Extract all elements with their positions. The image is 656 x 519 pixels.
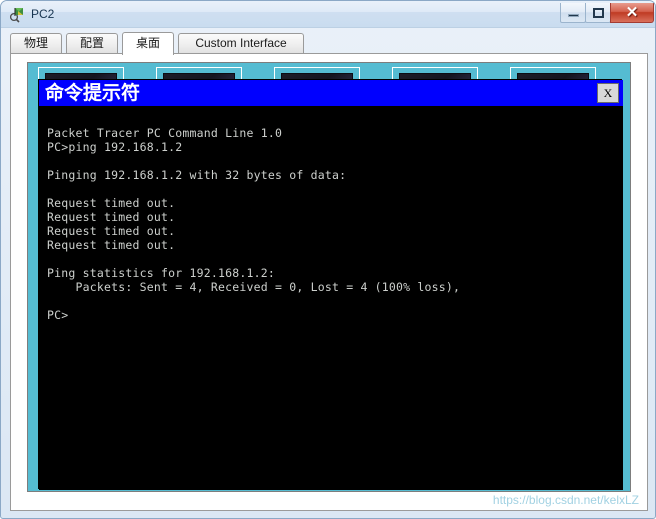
tab-config[interactable]: 配置 [66, 33, 118, 54]
command-prompt-close-button[interactable]: X [597, 83, 619, 103]
maximize-button[interactable] [585, 3, 611, 23]
close-button[interactable]: ✕ [610, 3, 654, 23]
window-controls: ✕ [560, 3, 654, 24]
page-title: PC2 [31, 7, 55, 21]
command-prompt-window: 命令提示符 X Packet Tracer PC Command Line 1.… [38, 79, 623, 490]
close-icon: ✕ [625, 4, 639, 21]
terminal-output-text: Packet Tracer PC Command Line 1.0 PC>pin… [47, 125, 461, 322]
packet-tracer-pc-icon [9, 6, 26, 23]
tab-content-panel: 命令提示符 X Packet Tracer PC Command Line 1.… [10, 53, 648, 511]
pt-desktop-area[interactable]: 命令提示符 X Packet Tracer PC Command Line 1.… [27, 62, 631, 492]
command-prompt-titlebar[interactable]: 命令提示符 X [39, 80, 623, 106]
application-window: PC2 ✕ 物理 配置 桌面 Custom Interface 命令提示符 X … [0, 0, 656, 519]
tab-custom-interface[interactable]: Custom Interface [178, 33, 304, 54]
command-prompt-title: 命令提示符 [45, 82, 141, 104]
close-icon: X [603, 86, 613, 100]
watermark-text: https://blog.csdn.net/kelxLZ [492, 493, 639, 507]
tab-physical[interactable]: 物理 [10, 33, 62, 54]
minimize-button[interactable] [560, 3, 586, 23]
window-titlebar[interactable]: PC2 ✕ [1, 1, 655, 28]
maximize-icon [592, 7, 604, 18]
minimize-icon [567, 13, 579, 17]
tab-desktop[interactable]: 桌面 [122, 32, 174, 55]
tab-bar: 物理 配置 桌面 Custom Interface [10, 32, 648, 55]
command-prompt-output-area[interactable]: Packet Tracer PC Command Line 1.0 PC>pin… [39, 106, 623, 490]
